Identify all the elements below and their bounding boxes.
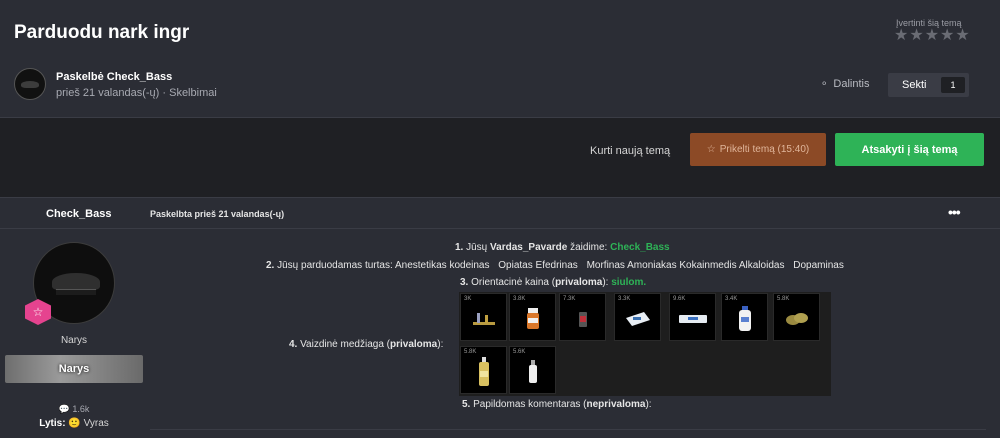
item-price: 7.3K [563, 296, 576, 302]
post-header: Check_Bass Paskelbta prieš 21 valandas(-… [0, 198, 1000, 229]
field-text-bold: privaloma [555, 277, 603, 288]
gender-row: Lytis: 🙂 Vyras [0, 418, 148, 429]
item-tile[interactable]: 3.4K [721, 293, 768, 341]
field-text: Orientacinė kaina ( [471, 277, 556, 288]
pill-box-icon [625, 312, 650, 327]
item-price: 3.3K [618, 296, 631, 302]
field-value: Check_Bass [610, 242, 670, 253]
pill-bottle-icon [526, 308, 539, 330]
topic-title: Parduodu nark ingr [14, 22, 190, 43]
author-line[interactable]: Paskelbė Check_Bass [56, 71, 172, 83]
male-icon: 🙂 [68, 418, 81, 429]
item-price: 9.6K [673, 296, 686, 302]
field-text: Jūsų [466, 242, 488, 253]
asset-item: Dopaminas [793, 260, 844, 271]
field-number: 4. [289, 339, 298, 350]
item-tile[interactable]: 3K [460, 293, 507, 341]
asset-item: Opiatas Efedrinas [498, 260, 578, 271]
item-price: 5.6K [513, 349, 526, 355]
star-icon[interactable]: ★ [940, 27, 954, 45]
rating-stars[interactable]: ★ ★ ★ ★ ★ [894, 27, 970, 45]
field-name-line: 1. Jūsų Vardas_Pavarde žaidime: Check_Ba… [455, 242, 670, 253]
gender-value: Vyras [83, 418, 109, 429]
item-tile[interactable]: 5.8K [460, 346, 507, 394]
asset-item: Morfinas Amoniakas Kokainmedis Alkaloida… [586, 260, 785, 271]
field-number: 3. [460, 277, 469, 288]
divider [150, 429, 986, 430]
star-icon[interactable]: ★ [909, 27, 923, 45]
item-tile[interactable]: 9.6K [669, 293, 716, 341]
more-options-icon[interactable]: ••• [948, 204, 961, 220]
item-tile[interactable]: 3.3K [614, 293, 661, 341]
item-price: 5.8K [777, 296, 790, 302]
item-price: 3.8K [513, 296, 526, 302]
leaves-icon [785, 313, 808, 326]
field-text: ): [645, 399, 652, 410]
post: Check_Bass Paskelbta prieš 21 valandas(-… [0, 197, 1000, 438]
item-image-grid[interactable]: 3K 3.8K 7.3K 3.3K 9.6K 3.4K 5.8K 5.8K 5.… [459, 292, 831, 396]
yellow-bottle-icon [478, 357, 489, 387]
author-avatar[interactable] [14, 68, 46, 100]
post-date: Paskelbta prieš 21 valandas(-ų) [150, 209, 285, 219]
star-icon[interactable]: ★ [955, 27, 969, 45]
comment-icon: 💬 [58, 404, 70, 414]
promote-topic-button[interactable]: ☆ Prikelti temą (15:40) [690, 133, 826, 166]
item-price: 5.8K [464, 349, 477, 355]
field-text: ): [602, 277, 609, 288]
field-text-bold: neprivaloma [586, 399, 646, 410]
share-label: Dalintis [833, 78, 870, 90]
item-tile[interactable]: 5.6K [509, 346, 556, 394]
field-number: 5. [462, 399, 471, 410]
item-price: 3K [464, 296, 472, 302]
field-comment-line: 5. Papildomas komentaras (neprivaloma): [462, 399, 652, 410]
gender-label: Lytis: [39, 418, 66, 429]
post-count: 💬 1.6k [0, 404, 148, 415]
share-button[interactable]: ⚬ Dalintis [820, 78, 869, 90]
field-text: Jūsų parduodamas turtas: [277, 260, 393, 271]
follow-label: Sekti [902, 79, 927, 91]
post-author[interactable]: Check_Bass [46, 208, 111, 220]
star-icon[interactable]: ★ [894, 27, 908, 45]
field-assets-line: 2. Jūsų parduodamas turtas: Anestetikas … [266, 260, 844, 271]
follow-count: 1 [941, 77, 965, 93]
field-text: ): [437, 339, 444, 350]
post-count-value: 1.6k [72, 404, 90, 414]
field-text: Papildomas komentaras ( [473, 399, 587, 410]
field-price-line: 3. Orientacinė kaina (privaloma): siulom… [460, 277, 646, 288]
bleach-bottle-icon [738, 306, 751, 332]
item-tile[interactable]: 3.8K [509, 293, 556, 341]
follow-button[interactable]: Sekti 1 [888, 73, 969, 97]
group-banner: Narys [5, 355, 143, 383]
item-tile[interactable]: 5.8K [773, 293, 820, 341]
asset-item: Anestetikas kodeinas [394, 260, 490, 271]
avatar-car-base [56, 289, 96, 295]
field-text: žaidime: [570, 242, 608, 253]
field-text-bold: Vardas_Pavarde [490, 242, 568, 253]
author-meta: prieš 21 valandas(-ų) · Skelbimai [56, 87, 217, 99]
group-name: Narys [60, 335, 88, 346]
item-tile[interactable]: 7.3K [559, 293, 606, 341]
topic-header: Parduodu nark ingr Įvertinti šią temą ★ … [0, 0, 1000, 118]
rack-icon [472, 313, 495, 326]
reply-button[interactable]: Atsakyti į šią temą [835, 133, 984, 166]
red-can-icon [578, 312, 587, 328]
field-text-bold: privaloma [390, 339, 438, 350]
field-number: 1. [455, 242, 464, 253]
new-topic-link[interactable]: Kurti naują temą [590, 145, 670, 157]
field-text: Vaizdinė medžiaga ( [300, 339, 390, 350]
star-outline-icon: ☆ [706, 144, 716, 155]
share-icon: ⚬ [820, 78, 829, 90]
tablet-strip-icon [678, 315, 707, 324]
vial-icon [528, 360, 537, 384]
item-price: 3.4K [725, 296, 738, 302]
field-value: siulom. [611, 277, 647, 288]
field-images-line: 4. Vaizdinė medžiaga (privaloma): [289, 339, 443, 350]
star-icon[interactable]: ★ [925, 27, 939, 45]
field-number: 2. [266, 260, 275, 271]
promote-label: Prikelti temą (15:40) [719, 144, 810, 155]
